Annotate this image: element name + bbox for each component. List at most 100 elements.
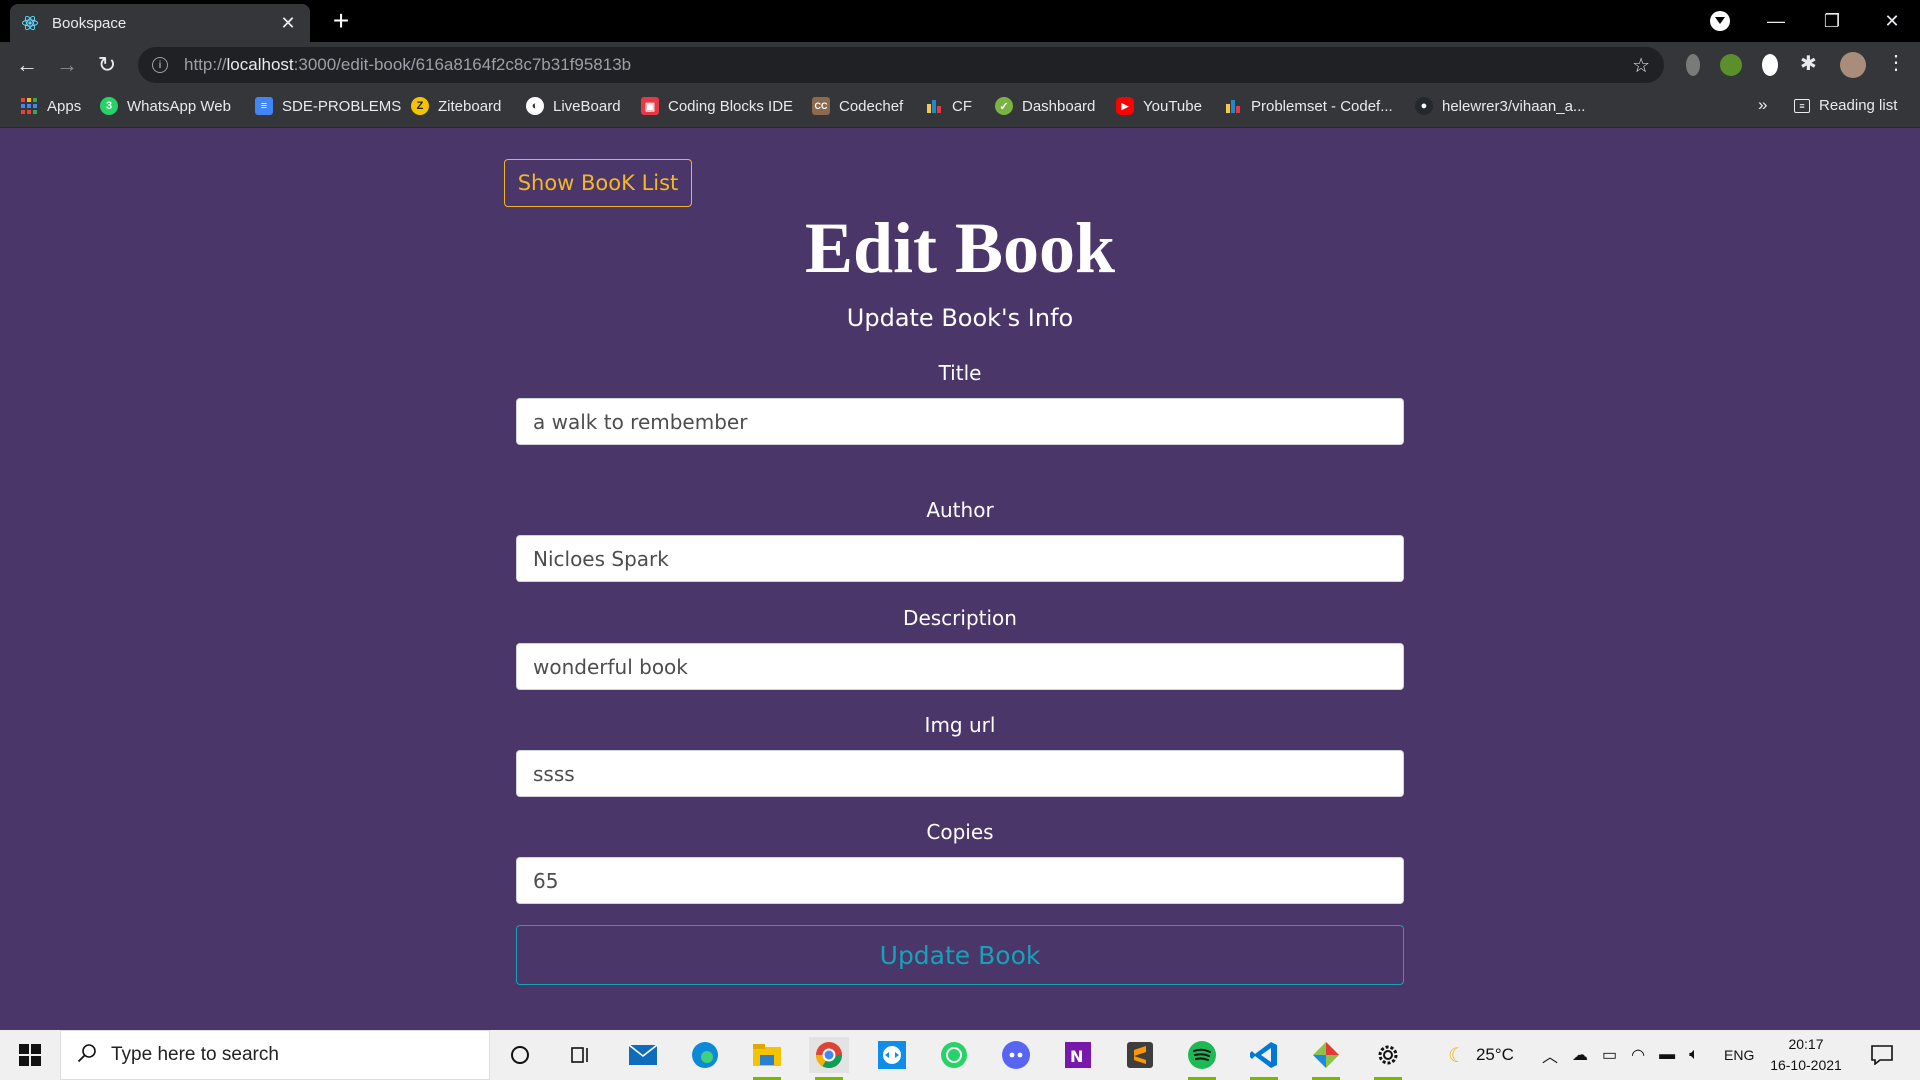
avatar[interactable] (1840, 52, 1866, 78)
minimize-icon[interactable]: — (1748, 0, 1804, 42)
bookmark-cf[interactable]: CF (925, 97, 972, 115)
clock-time: 20:17 (1788, 1036, 1824, 1052)
tray-chevron-up-icon[interactable]: ︿ (1542, 1043, 1558, 1067)
browser-tab-bar: Bookspace ✕ + — ❐ ✕ (0, 0, 1920, 42)
codechef-icon: CC (812, 97, 830, 115)
bookmark-ziteboard[interactable]: Z Ziteboard (411, 97, 501, 115)
bookmarks-overflow-icon[interactable]: » (1758, 95, 1767, 115)
mail-icon[interactable] (623, 1037, 663, 1073)
onedrive-icon[interactable]: ☁ (1572, 1045, 1588, 1065)
page-title: Edit Book (804, 208, 1116, 288)
bookmark-coding-blocks-ide[interactable]: ▣ Coding Blocks IDE (641, 97, 793, 115)
browser-tab-bookspace[interactable]: Bookspace ✕ (10, 4, 310, 42)
reload-icon[interactable]: ↻ (92, 50, 122, 80)
bookmark-dashboard[interactable]: ✓ Dashboard (995, 97, 1095, 115)
taskbar-search-box[interactable]: Type here to search (60, 1030, 490, 1080)
sublime-text-icon[interactable] (1120, 1037, 1160, 1073)
vscode-icon[interactable] (1244, 1037, 1284, 1080)
whatsapp-icon: 3 (100, 97, 118, 115)
onenote-icon[interactable]: N (1058, 1037, 1098, 1073)
tab-title: Bookspace (52, 14, 127, 32)
bookmark-apps[interactable]: Apps (20, 97, 81, 115)
new-tab-plus-icon[interactable]: + (326, 7, 356, 35)
weather-widget[interactable]: ☾ 25°C (1448, 1030, 1514, 1080)
tree-extension-icon[interactable] (1720, 54, 1742, 76)
codeforces-icon (1224, 97, 1242, 115)
show-book-list-button[interactable]: Show BooK List (504, 159, 692, 207)
coding-blocks-icon: ▣ (641, 97, 659, 115)
chrome-icon[interactable] (809, 1037, 849, 1080)
volume-icon[interactable]: 🔈︎ (1689, 1046, 1699, 1064)
reading-list-button[interactable]: ≡ Reading list (1794, 97, 1897, 114)
bookmark-codechef[interactable]: CC Codechef (812, 97, 903, 115)
apps-grid-icon (20, 97, 38, 115)
window-close-icon[interactable]: ✕ (1864, 0, 1920, 42)
file-explorer-icon[interactable] (747, 1037, 787, 1080)
address-bar[interactable]: i http://localhost:3000/edit-book/616a81… (138, 47, 1664, 83)
extension-icon[interactable] (1686, 54, 1700, 76)
moon-icon: ☾ (1448, 1044, 1466, 1067)
ziteboard-icon: Z (411, 97, 429, 115)
windows-taskbar: Type here to search N ☾ 25°C ︿ ☁ ▭ ◠ ▬ 🔈… (0, 1030, 1920, 1080)
youtube-icon: ▶ (1116, 97, 1134, 115)
puzzle-extensions-icon[interactable]: ✱ (1800, 51, 1822, 75)
edge-icon[interactable] (685, 1037, 725, 1073)
bookmark-liveboard[interactable]: ◐ LiveBoard (526, 97, 621, 115)
forward-arrow-icon[interactable]: → (52, 50, 82, 80)
browser-toolbar: ← → ↻ i http://localhost:3000/edit-book/… (0, 42, 1920, 88)
copies-input[interactable] (516, 857, 1404, 904)
settings-gear-icon[interactable] (1368, 1037, 1408, 1080)
title-input[interactable] (516, 398, 1404, 445)
bookmark-whatsapp-web[interactable]: 3 WhatsApp Web (100, 97, 231, 115)
bookmark-sde-problems[interactable]: ≡ SDE-PROBLEMS (255, 97, 401, 115)
battery-icon[interactable]: ▬ (1659, 1046, 1675, 1064)
notifications-icon[interactable] (1862, 1037, 1902, 1073)
tab-close-icon[interactable]: ✕ (276, 13, 300, 34)
bookmark-youtube[interactable]: ▶ YouTube (1116, 97, 1202, 115)
gitkraken-icon[interactable] (1306, 1037, 1346, 1080)
teamviewer-icon[interactable] (872, 1037, 912, 1073)
clock-date: 16-10-2021 (1770, 1057, 1842, 1073)
update-book-button[interactable]: Update Book (516, 925, 1404, 985)
search-icon (77, 1043, 97, 1068)
cortana-icon[interactable] (500, 1037, 540, 1073)
bookmark-problemset-codeforces[interactable]: Problemset - Codef... (1224, 97, 1393, 115)
bookmark-github-vihaan[interactable]: ● helewrer3/vihaan_a... (1415, 97, 1585, 115)
react-icon (20, 13, 40, 33)
page-subtitle: Update Book's Info (846, 304, 1074, 332)
site-info-icon[interactable]: i (152, 57, 168, 73)
menu-kebab-icon[interactable]: ⋮ (1886, 50, 1908, 74)
meet-now-icon[interactable]: ▭ (1602, 1045, 1617, 1065)
img-url-input[interactable] (516, 750, 1404, 797)
back-arrow-icon[interactable]: ← (12, 50, 42, 80)
bookmark-star-icon[interactable]: ☆ (1632, 53, 1650, 78)
description-input[interactable] (516, 643, 1404, 690)
author-input[interactable] (516, 535, 1404, 582)
dashboard-icon: ✓ (995, 97, 1013, 115)
search-placeholder: Type here to search (111, 1044, 279, 1065)
tab-search-icon[interactable] (1710, 11, 1730, 31)
restore-icon[interactable]: ❐ (1804, 0, 1860, 42)
weather-temperature: 25°C (1475, 1045, 1514, 1064)
windows-start-icon[interactable] (0, 1030, 60, 1080)
spotify-icon[interactable] (1182, 1037, 1222, 1080)
extension-fire-icon[interactable] (1762, 54, 1778, 76)
github-icon: ● (1415, 97, 1433, 115)
whatsapp-desktop-icon[interactable] (934, 1037, 974, 1073)
img-url-label: Img url (924, 713, 996, 737)
wifi-icon[interactable]: ◠ (1631, 1045, 1645, 1065)
bookmarks-bar: Apps 3 WhatsApp Web ≡ SDE-PROBLEMS Z Zit… (0, 88, 1920, 128)
task-view-icon[interactable] (561, 1037, 601, 1073)
title-label: Title (938, 361, 982, 385)
language-indicator[interactable]: ENG (1724, 1030, 1754, 1080)
copies-label: Copies (926, 820, 994, 844)
codeforces-icon (925, 97, 943, 115)
description-label: Description (903, 606, 1017, 630)
url-text: http://localhost:3000/edit-book/616a8164… (184, 55, 632, 74)
discord-icon[interactable] (996, 1037, 1036, 1073)
taskbar-clock[interactable]: 20:17 16-10-2021 (1768, 1034, 1844, 1076)
svg-text:N: N (1070, 1047, 1083, 1066)
author-label: Author (926, 498, 994, 522)
liveboard-icon: ◐ (526, 97, 544, 115)
system-tray: ︿ ☁ ▭ ◠ ▬ 🔈︎ (1542, 1030, 1699, 1080)
